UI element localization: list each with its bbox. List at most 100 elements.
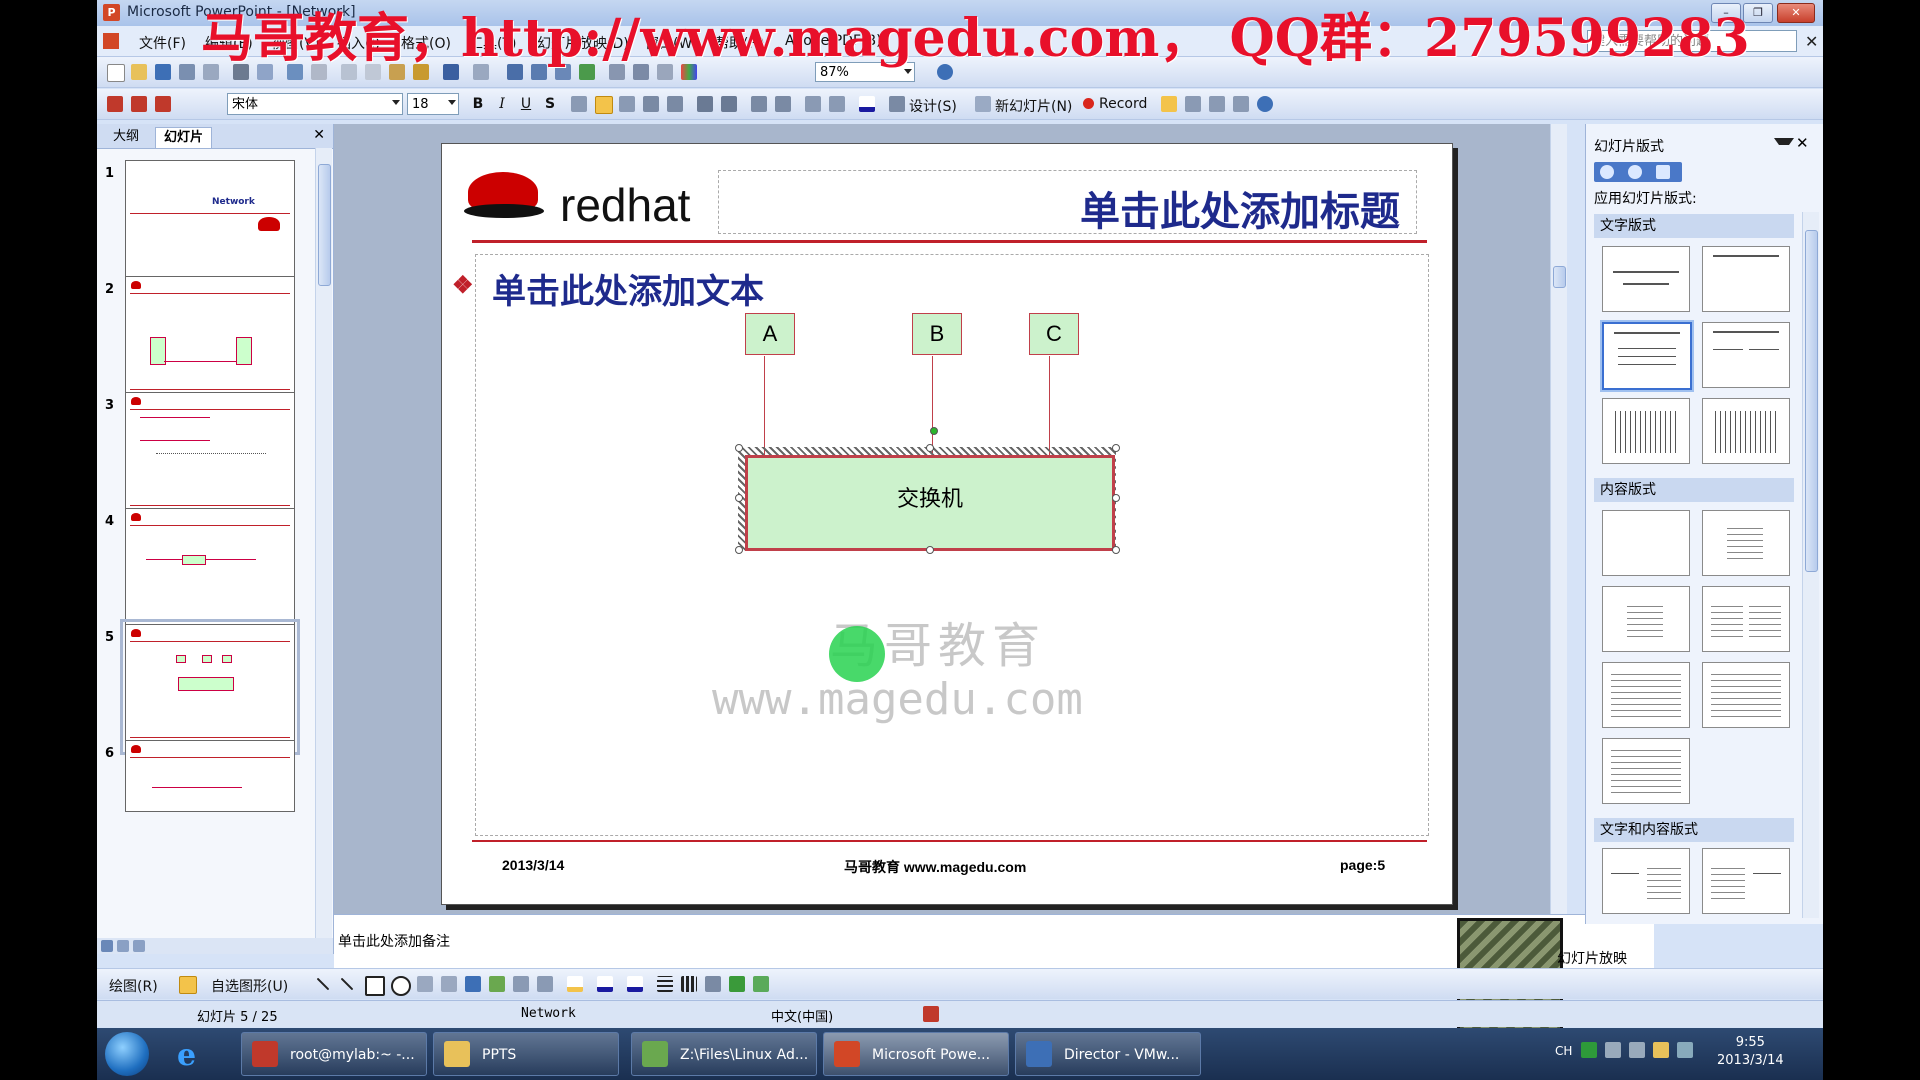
align-justify-icon[interactable] <box>643 96 659 112</box>
sogou-icon[interactable] <box>1581 1042 1597 1058</box>
pane-menu-icon[interactable] <box>1774 138 1794 153</box>
internet-explorer-icon[interactable]: e <box>177 1038 196 1073</box>
new-slide-button[interactable]: 新幻灯片(N) <box>995 96 1072 116</box>
new-icon[interactable] <box>107 64 125 82</box>
slide-thumbnail-6[interactable] <box>125 740 295 812</box>
draw-menu-button[interactable]: 绘图(R) <box>109 976 158 996</box>
menu-file[interactable]: 文件(F) <box>139 33 186 53</box>
font-size-select[interactable]: 18 <box>407 93 459 115</box>
text-direction-icon[interactable] <box>667 96 683 112</box>
diagram-icon[interactable] <box>489 976 505 992</box>
decrease-indent-icon[interactable] <box>805 96 821 112</box>
node-c[interactable]: C <box>1029 313 1079 355</box>
camera-icon[interactable] <box>1185 96 1201 112</box>
normal-view-icon[interactable] <box>101 940 113 952</box>
font-name-select[interactable]: 宋体 <box>227 93 403 115</box>
layout-title-only[interactable] <box>1702 246 1790 312</box>
pdf-email-icon[interactable] <box>131 96 147 112</box>
taskbar-item-powerpoint[interactable]: Microsoft Powe... <box>823 1032 1009 1076</box>
line-style-icon[interactable] <box>657 976 673 992</box>
arrow-icon[interactable] <box>340 977 354 991</box>
start-button[interactable] <box>105 1032 149 1076</box>
pane-close-icon[interactable]: ✕ <box>1796 134 1809 152</box>
slide-canvas[interactable]: redhat 单击此处添加标题 ❖ 单击此处添加文本 A B C 交换机 马哥教… <box>441 143 1453 905</box>
taskbar-item-vmware[interactable]: Director - VMw... <box>1015 1032 1201 1076</box>
taskbar-item-editor[interactable]: Z:\Files\Linux Ad... <box>631 1032 817 1076</box>
forward-icon[interactable] <box>1628 165 1642 179</box>
tray-app-icon[interactable] <box>1653 1042 1669 1058</box>
layout-title-content[interactable] <box>1602 586 1690 652</box>
3d-style-icon[interactable] <box>753 976 769 992</box>
shadow-style-icon[interactable] <box>729 976 745 992</box>
slide-scrollbar[interactable] <box>1550 124 1567 914</box>
pdf-convert-icon[interactable] <box>107 96 123 112</box>
oval-icon[interactable] <box>391 976 411 996</box>
vertical-textbox-icon[interactable] <box>441 976 457 992</box>
scrollbar-thumb[interactable] <box>1553 266 1566 288</box>
rotate-handle[interactable] <box>930 427 938 435</box>
fill-color-icon[interactable] <box>567 976 583 992</box>
node-a[interactable]: A <box>745 313 795 355</box>
powerpoint-app-icon[interactable]: P <box>103 4 120 21</box>
taskbar-item-terminal[interactable]: root@mylab:~ -... <box>241 1032 427 1076</box>
select-pointer-icon[interactable] <box>179 976 197 994</box>
textbox-icon[interactable] <box>417 976 433 992</box>
align-left-icon[interactable] <box>571 96 587 112</box>
document-close-icon[interactable]: ✕ <box>1805 32 1818 51</box>
layout-vertical-title-text[interactable] <box>1702 398 1790 464</box>
resize-handle[interactable] <box>735 546 743 554</box>
picture-icon[interactable] <box>537 976 553 992</box>
shadow-button[interactable]: S <box>541 95 559 113</box>
document-icon[interactable] <box>103 33 119 49</box>
line-icon[interactable] <box>316 977 330 991</box>
resize-handle[interactable] <box>926 546 934 554</box>
underline-button[interactable]: U <box>517 95 535 113</box>
system-clock[interactable]: 9:55 2013/3/14 <box>1717 1034 1784 1070</box>
help-icon[interactable] <box>1257 96 1273 112</box>
scrollbar-thumb[interactable] <box>318 164 331 286</box>
switch-box[interactable]: 交换机 <box>745 455 1115 551</box>
pane-close-icon[interactable]: ✕ <box>313 127 325 143</box>
layout-vertical-text[interactable] <box>1602 398 1690 464</box>
taskbar-item-folder[interactable]: PPTS <box>433 1032 619 1076</box>
bold-button[interactable]: B <box>469 95 487 113</box>
title-placeholder[interactable]: 单击此处添加标题 <box>718 170 1417 235</box>
back-icon[interactable] <box>1600 165 1614 179</box>
close-button[interactable]: ✕ <box>1777 3 1815 23</box>
resize-handle[interactable] <box>926 444 934 452</box>
font-color-icon[interactable] <box>859 96 875 112</box>
tray-arrow-icon[interactable] <box>1629 1042 1645 1058</box>
save-icon[interactable] <box>155 64 171 80</box>
design-button[interactable]: 设计(S) <box>909 96 957 116</box>
tab-slides[interactable]: 幻灯片 <box>155 127 213 148</box>
layout-title-slide[interactable] <box>1602 246 1690 312</box>
pen-icon[interactable] <box>1161 96 1177 112</box>
layout-title-text[interactable] <box>1600 320 1694 392</box>
layout-two-columns[interactable] <box>1702 322 1790 388</box>
permission-icon[interactable] <box>179 64 195 80</box>
resize-handle[interactable] <box>1112 494 1120 502</box>
spelling-status-icon[interactable] <box>923 1006 939 1022</box>
slideshow-icon[interactable] <box>133 940 145 952</box>
slide-thumbnail-1[interactable]: Network <box>125 160 295 286</box>
ime-indicator[interactable]: CH <box>1555 1044 1572 1058</box>
numbering-icon[interactable] <box>697 96 713 112</box>
network-icon[interactable] <box>1677 1042 1693 1058</box>
autoshapes-button[interactable]: 自选图形(U) <box>211 976 288 996</box>
decrease-font-icon[interactable] <box>775 96 791 112</box>
resize-handle[interactable] <box>735 444 743 452</box>
layout-scrollbar[interactable] <box>1802 212 1819 918</box>
tray-keyboard-icon[interactable] <box>1605 1042 1621 1058</box>
italic-button[interactable]: I <box>493 95 511 113</box>
layout-two-content[interactable] <box>1702 586 1790 652</box>
layout-blank[interactable] <box>1602 510 1690 576</box>
font-color-icon[interactable] <box>627 976 643 992</box>
wordart-icon[interactable] <box>465 976 481 992</box>
line-color-icon[interactable] <box>597 976 613 992</box>
layout-content-2-stack[interactable] <box>1602 662 1690 728</box>
clipart-icon[interactable] <box>513 976 529 992</box>
node-b[interactable]: B <box>912 313 962 355</box>
home-icon[interactable] <box>1656 165 1670 179</box>
slideshow-footer[interactable]: 幻灯片放映 <box>1557 948 1627 968</box>
dash-style-icon[interactable] <box>681 976 697 992</box>
